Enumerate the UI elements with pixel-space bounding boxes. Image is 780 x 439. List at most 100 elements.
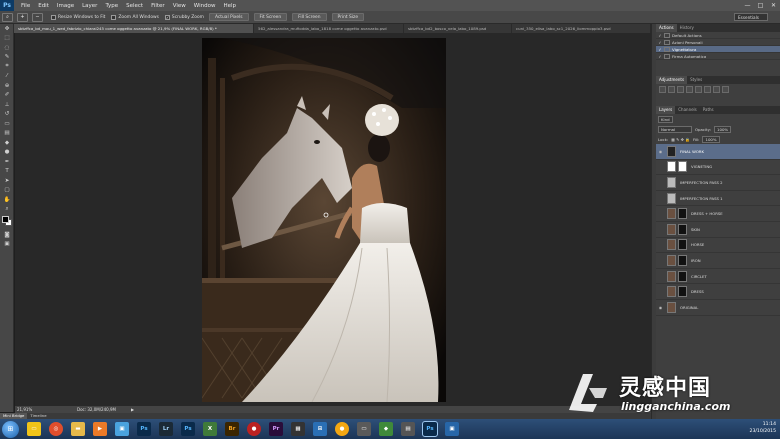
- color-swatches[interactable]: [0, 214, 14, 230]
- eye-icon[interactable]: ◉: [656, 149, 665, 154]
- layer-row[interactable]: HORSE: [656, 238, 780, 254]
- lasso-tool-icon[interactable]: ◌: [0, 43, 14, 53]
- hue-icon[interactable]: [704, 86, 711, 93]
- marquee-tool-icon[interactable]: ⬚: [0, 34, 14, 44]
- photo-canvas[interactable]: [202, 38, 446, 402]
- vibrance-icon[interactable]: [695, 86, 702, 93]
- film-icon[interactable]: ▦: [291, 422, 305, 436]
- layer-mask-thumbnail[interactable]: [678, 286, 687, 298]
- document-tab[interactable]: sbtzffca_bd2_bosco_vela_labo_1089.psd: [404, 24, 512, 33]
- layer-row[interactable]: IRON: [656, 253, 780, 269]
- scrubby-zoom-checkbox[interactable]: ✓ Scrubby Zoom: [164, 14, 204, 20]
- tab-channels[interactable]: Channels: [675, 106, 700, 114]
- exposure-icon[interactable]: [686, 86, 693, 93]
- photoshop-active-icon[interactable]: Ps: [422, 421, 438, 437]
- healing-brush-icon[interactable]: ⊕: [0, 81, 14, 91]
- layer-row[interactable]: DRESS + HORSE: [656, 206, 780, 222]
- brightness-icon[interactable]: [659, 86, 666, 93]
- path-select-icon[interactable]: ➤: [0, 176, 14, 186]
- workspace-select[interactable]: Essentials: [734, 13, 768, 21]
- zoom-all-windows-checkbox[interactable]: Zoom All Windows: [111, 14, 159, 20]
- crop-tool-icon[interactable]: ⌗: [0, 62, 14, 72]
- green-app-icon[interactable]: ◆: [379, 422, 393, 436]
- zoom-tool-icon[interactable]: ⌕: [0, 205, 14, 215]
- layer-mask-thumbnail[interactable]: [678, 254, 687, 266]
- print-size-button[interactable]: Print Size: [331, 13, 365, 21]
- opacity-field[interactable]: 100%: [714, 125, 732, 133]
- photoshop-logo-icon[interactable]: Ps: [0, 0, 14, 11]
- toggle-dialog-icon[interactable]: [664, 32, 670, 38]
- maximize-icon[interactable]: □: [754, 0, 767, 11]
- tab-layers[interactable]: Layers: [656, 106, 676, 114]
- minimize-icon[interactable]: —: [741, 0, 754, 11]
- menu-view[interactable]: View: [169, 3, 190, 9]
- fill-field[interactable]: 100%: [702, 135, 720, 143]
- document-tab[interactable]: cuni_350_elisa_labo_sc1_2026_liommoppio3…: [512, 24, 651, 33]
- eye-icon[interactable]: ◉: [656, 305, 665, 310]
- menu-help[interactable]: Help: [219, 3, 240, 9]
- zoom-level[interactable]: 21,91%: [15, 407, 35, 412]
- quick-mask-icon[interactable]: ◙: [0, 230, 14, 240]
- layer-row[interactable]: IMPERFECTION PASS 2: [656, 175, 780, 191]
- kind-filter-select[interactable]: Kind: [658, 115, 673, 123]
- menu-layer[interactable]: Layer: [78, 3, 101, 9]
- lock-icons[interactable]: ▦ ✎ ✥ 🔒: [671, 137, 690, 142]
- layer-row[interactable]: SKIN: [656, 222, 780, 238]
- tab-styles[interactable]: Styles: [687, 76, 705, 84]
- system-tray[interactable]: 11:14 23/10/2015: [750, 421, 776, 435]
- clone-stamp-icon[interactable]: ⊥: [0, 100, 14, 110]
- levels-icon[interactable]: [668, 86, 675, 93]
- gradient-tool-icon[interactable]: ▤: [0, 129, 14, 139]
- blur-tool-icon[interactable]: ◆: [0, 138, 14, 148]
- dodge-tool-icon[interactable]: ●: [0, 148, 14, 158]
- action-row[interactable]: ✓ Firma Automatica: [656, 53, 780, 60]
- shape-tool-icon[interactable]: ▢: [0, 186, 14, 196]
- layer-row[interactable]: CIRCLET: [656, 269, 780, 285]
- media-player-icon[interactable]: ▶: [93, 422, 107, 436]
- curves-icon[interactable]: [677, 86, 684, 93]
- blend-mode-select[interactable]: Normal: [658, 125, 692, 133]
- gray-app-icon[interactable]: ▤: [401, 422, 415, 436]
- tab-adjustments[interactable]: Adjustments: [656, 76, 688, 84]
- photoshop-taskbar-icon[interactable]: Ps: [137, 422, 151, 436]
- explorer-icon[interactable]: ▭: [27, 422, 41, 436]
- premiere-taskbar-icon[interactable]: Pr: [269, 422, 283, 436]
- fit-screen-button[interactable]: Fit Screen: [253, 13, 288, 21]
- tab-paths[interactable]: Paths: [700, 106, 717, 114]
- window-icon[interactable]: ▭: [357, 422, 371, 436]
- menu-window[interactable]: Window: [190, 3, 220, 9]
- type-tool-icon[interactable]: T: [0, 167, 14, 177]
- actual-pixels-button[interactable]: Actual Pixels: [208, 13, 249, 21]
- screen-mode-icon[interactable]: ▣: [0, 240, 14, 250]
- fill-screen-button[interactable]: Fill Screen: [292, 13, 327, 21]
- layer-mask-thumbnail[interactable]: [678, 223, 687, 235]
- windows-icon[interactable]: ⊞: [313, 422, 327, 436]
- foreground-color-swatch[interactable]: [2, 216, 9, 223]
- move-tool-icon[interactable]: ✥: [0, 24, 14, 34]
- chrome-icon[interactable]: ◎: [49, 422, 63, 436]
- resize-windows-checkbox[interactable]: Resize Windows to Fit: [51, 14, 105, 20]
- folder-icon[interactable]: ▬: [71, 422, 85, 436]
- layer-mask-thumbnail[interactable]: [678, 270, 687, 282]
- quick-select-tool-icon[interactable]: ✎: [0, 53, 14, 63]
- layer-row[interactable]: ◉ ORIGINAL: [656, 300, 780, 316]
- start-button[interactable]: ⊞: [2, 420, 19, 438]
- brush-tool-icon[interactable]: ✐: [0, 91, 14, 101]
- zoom-tool-icon[interactable]: ⌕: [2, 12, 13, 22]
- menu-edit[interactable]: Edit: [34, 3, 53, 9]
- menu-filter[interactable]: Filter: [147, 3, 169, 9]
- layer-row[interactable]: ◉ FINAL WORK: [656, 144, 780, 160]
- toggle-dialog-icon[interactable]: [664, 46, 670, 52]
- status-menu-arrow-icon[interactable]: ▶: [131, 407, 134, 412]
- layer-row[interactable]: IMPERFECTION PASS 1: [656, 191, 780, 207]
- photoshop-alt-taskbar-icon[interactable]: Ps: [181, 422, 195, 436]
- document-tab-active[interactable]: sbtzffca_bd_mou_1_wed_fabrizio_chiarai24…: [14, 24, 254, 33]
- menu-type[interactable]: Type: [101, 3, 122, 9]
- zoom-out-icon[interactable]: −: [32, 12, 43, 22]
- close-icon[interactable]: ✕: [767, 0, 780, 11]
- layer-row[interactable]: VIGNETING: [656, 160, 780, 176]
- bridge-taskbar-icon[interactable]: Br: [225, 422, 239, 436]
- layer-mask-thumbnail[interactable]: [678, 239, 687, 251]
- history-brush-icon[interactable]: ↺: [0, 110, 14, 120]
- document-tab[interactable]: 562_alessandra_mufiodda_labo_1818 come o…: [254, 24, 404, 33]
